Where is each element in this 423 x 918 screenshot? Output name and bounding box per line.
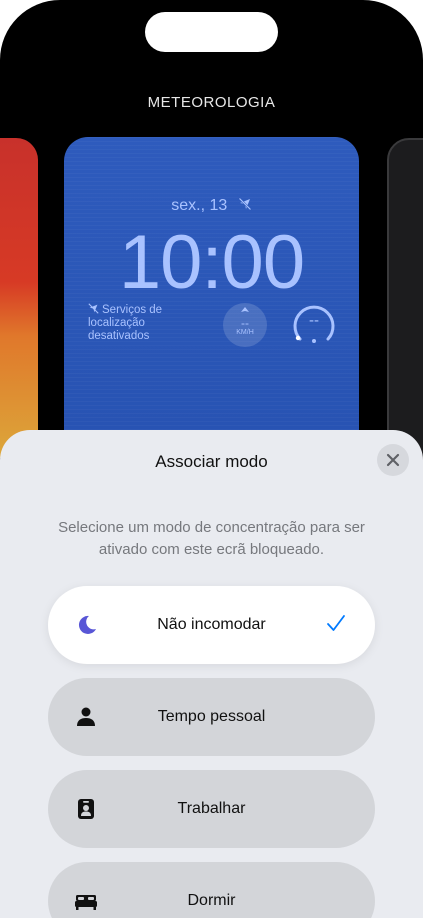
wallpaper-card-next[interactable] <box>387 138 423 462</box>
location-slash-icon <box>238 197 252 211</box>
gauge-value: -- <box>309 312 319 329</box>
wallpaper-card-previous[interactable] <box>0 138 38 458</box>
mode-option-work[interactable]: Trabalhar <box>48 770 375 848</box>
mode-label: Dormir <box>187 892 236 909</box>
sheet-description: Selecione um modo de concentração para s… <box>58 519 365 558</box>
location-services-text: Serviços de localização desativados <box>88 304 163 342</box>
wind-unit: KM/H <box>236 329 254 336</box>
phone-screen: METEOROLOGIA sex., 13 10:00 Serviços de … <box>0 0 423 918</box>
checkmark-icon <box>327 615 345 631</box>
sheet-title: Associar modo <box>155 452 268 471</box>
location-services-widget[interactable]: Serviços de localização desativados <box>88 303 198 343</box>
mode-option-personal-time[interactable]: Tempo pessoal <box>48 678 375 756</box>
uv-gauge-widget[interactable]: -- <box>290 301 338 349</box>
associate-mode-sheet: Associar modo Selecione um modo de conce… <box>0 430 423 918</box>
close-icon <box>386 453 400 467</box>
wind-value: -- <box>241 316 249 330</box>
mode-label: Trabalhar <box>177 800 246 817</box>
lockscreen-date: sex., 13 <box>64 197 359 215</box>
dynamic-island <box>145 12 278 52</box>
wallpaper-gallery-title: METEOROLOGIA <box>147 94 276 111</box>
mode-option-sleep[interactable]: Dormir <box>48 862 375 918</box>
mode-label: Tempo pessoal <box>157 708 266 725</box>
wallpaper-card-weather[interactable]: sex., 13 10:00 Serviços de localização d… <box>64 137 359 457</box>
close-button[interactable] <box>377 444 409 476</box>
wind-widget[interactable]: -- KM/H <box>223 303 267 347</box>
location-slash-icon <box>88 303 99 314</box>
lockscreen-time: 10:00 <box>118 220 305 305</box>
mode-option-do-not-disturb[interactable]: Não incomodar <box>48 586 375 664</box>
lockscreen-date-text: sex., 13 <box>171 197 228 214</box>
